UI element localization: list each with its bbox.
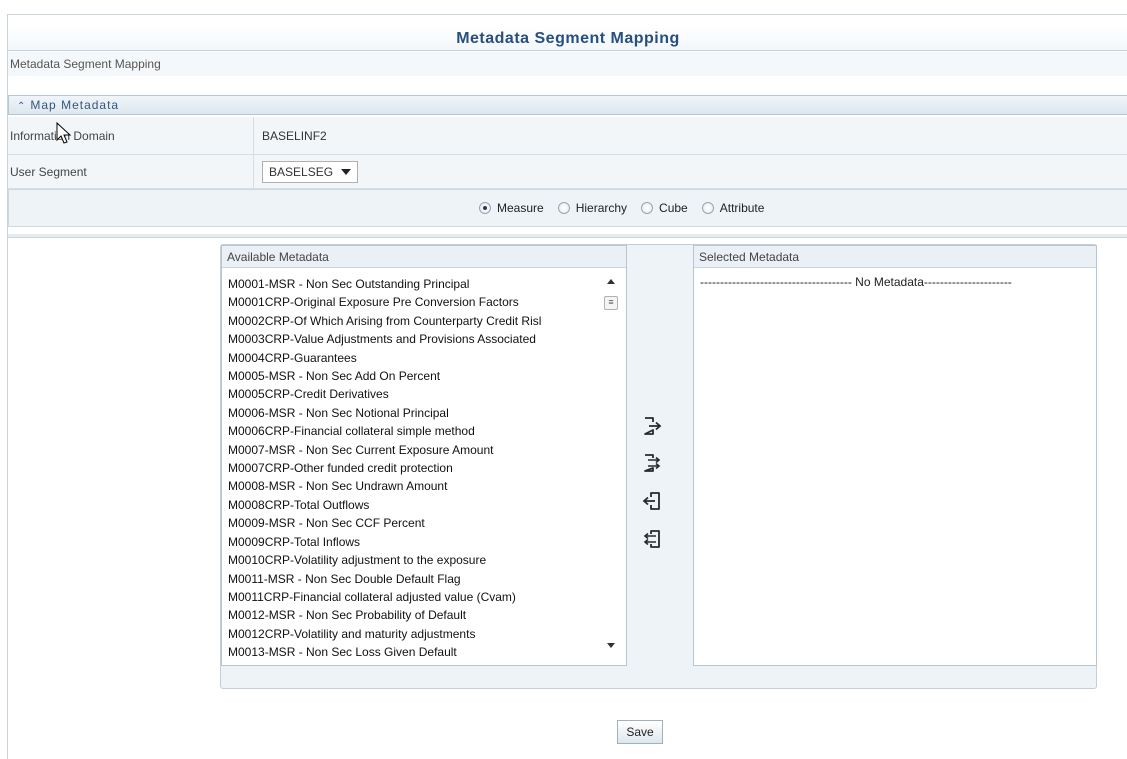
metadata-shuttle: Available Metadata M0001-MSR - Non Sec O… (220, 244, 1097, 689)
list-item[interactable]: M0001-MSR - Non Sec Outstanding Principa… (228, 275, 600, 293)
list-item[interactable]: M0007-MSR - Non Sec Current Exposure Amo… (228, 441, 600, 459)
radio-hierarchy[interactable]: Hierarchy (557, 201, 628, 215)
info-domain-value: BASELINF2 (262, 128, 327, 143)
radio-unselected-icon[interactable] (557, 202, 570, 214)
radio-attribute[interactable]: Attribute (701, 201, 765, 215)
radio-measure-label: Measure (497, 201, 544, 215)
available-metadata-list[interactable]: M0001-MSR - Non Sec Outstanding Principa… (228, 275, 600, 662)
user-segment-selected-value: BASELSEG (269, 164, 334, 179)
list-item[interactable]: M0009-MSR - Non Sec CCF Percent (228, 514, 600, 532)
list-item[interactable]: M0010CRP-Volatility adjustment to the ex… (228, 551, 600, 569)
list-item[interactable]: M0013-MSR - Non Sec Loss Given Default (228, 643, 600, 661)
mouse-cursor-icon (56, 122, 72, 144)
user-segment-label: User Segment (10, 164, 87, 179)
radio-measure[interactable]: Measure (479, 201, 544, 215)
list-item[interactable]: M0006CRP-Financial collateral simple met… (228, 422, 600, 440)
selected-metadata-empty-text: -------------------------------------- N… (700, 275, 1012, 289)
metadata-type-row: Measure Hierarchy Cube Attribute (8, 189, 1127, 227)
app-frame: Metadata Segment Mapping Metadata Segmen… (7, 14, 1127, 759)
list-item[interactable]: M0002CRP-Of Which Arising from Counterpa… (228, 312, 600, 330)
move-left-icon[interactable] (641, 490, 663, 512)
section-divider (8, 234, 1127, 238)
radio-unselected-icon[interactable] (641, 202, 654, 214)
list-item[interactable]: M0005CRP-Credit Derivatives (228, 385, 600, 403)
list-item[interactable]: M0006-MSR - Non Sec Notional Principal (228, 404, 600, 422)
list-item[interactable]: M0001CRP-Original Exposure Pre Conversio… (228, 293, 600, 311)
radio-cube-label: Cube (659, 201, 688, 215)
selected-metadata-panel: Selected Metadata ----------------------… (693, 245, 1097, 666)
scroll-thumb[interactable]: ≡ (604, 296, 618, 310)
list-item[interactable]: M0007CRP-Other funded credit protection (228, 459, 600, 477)
list-item[interactable]: M0009CRP-Total Inflows (228, 533, 600, 551)
move-all-right-button[interactable] (641, 452, 663, 474)
list-item[interactable]: M0008CRP-Total Outflows (228, 496, 600, 514)
list-item[interactable]: M0005-MSR - Non Sec Add On Percent (228, 367, 600, 385)
move-all-right-icon[interactable] (641, 452, 663, 474)
list-item[interactable]: M0004CRP-Guarantees (228, 349, 600, 367)
scroll-up-arrow-icon[interactable] (607, 279, 615, 284)
chevron-down-icon[interactable] (341, 168, 352, 175)
list-item[interactable]: M0012CRP-Volatility and maturity adjustm… (228, 625, 600, 643)
move-all-left-button[interactable] (641, 528, 663, 550)
breadcrumb: Metadata Segment Mapping (8, 52, 1127, 76)
radio-selected-icon[interactable] (479, 202, 491, 214)
list-item[interactable]: M0012-MSR - Non Sec Probability of Defau… (228, 606, 600, 624)
move-right-button[interactable] (641, 415, 663, 437)
map-metadata-section-header[interactable]: ⌃ Map Metadata (8, 95, 1127, 115)
list-item[interactable]: M0008-MSR - Non Sec Undrawn Amount (228, 477, 600, 495)
list-item[interactable]: M0011CRP-Financial collateral adjusted v… (228, 588, 600, 606)
double-chevron-up-icon[interactable]: ⌃ (17, 101, 26, 112)
scroll-down-arrow-icon[interactable] (607, 643, 615, 648)
list-item[interactable]: M0003CRP-Value Adjustments and Provision… (228, 330, 600, 348)
section-title: Map Metadata (30, 98, 120, 112)
available-list-scrollbar[interactable]: ≡ (604, 274, 620, 662)
list-item[interactable]: M0011-MSR - Non Sec Double Default Flag (228, 570, 600, 588)
metadata-type-radio-group: Measure Hierarchy Cube Attribute (479, 190, 764, 226)
page-title: Metadata Segment Mapping (8, 27, 1127, 51)
user-segment-select[interactable]: BASELSEG (262, 160, 359, 183)
radio-hierarchy-label: Hierarchy (575, 201, 628, 215)
radio-unselected-icon[interactable] (701, 202, 714, 214)
move-right-icon[interactable] (641, 415, 663, 437)
user-segment-row: User Segment BASELSEG (8, 155, 1127, 189)
radio-cube[interactable]: Cube (641, 201, 688, 215)
save-button[interactable]: Save (617, 720, 663, 744)
selected-metadata-header: Selected Metadata (694, 246, 1096, 268)
available-metadata-header: Available Metadata (222, 246, 626, 268)
available-metadata-panel: Available Metadata M0001-MSR - Non Sec O… (221, 245, 627, 666)
radio-attribute-label: Attribute (719, 201, 765, 215)
move-all-left-icon[interactable] (641, 528, 663, 550)
info-domain-row: Information Domain BASELINF2 (8, 117, 1127, 155)
move-left-button[interactable] (641, 490, 663, 512)
title-bar: Metadata Segment Mapping Metadata Segmen… (8, 23, 1127, 76)
